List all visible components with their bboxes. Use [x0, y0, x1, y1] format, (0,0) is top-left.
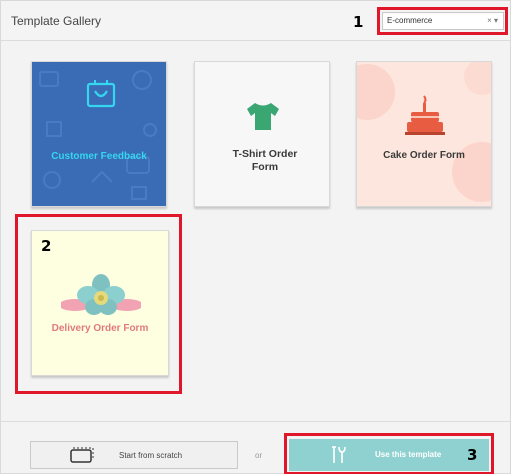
- cake-icon: [405, 95, 445, 135]
- use-this-template-label: Use this template: [375, 450, 442, 459]
- tools-icon: [332, 446, 346, 463]
- annotation-1: 1: [353, 13, 364, 31]
- dialog-header: Template Gallery 1 E-commerce × ▾: [1, 1, 510, 41]
- template-card-tshirt-order[interactable]: T-Shirt Order Form: [194, 61, 330, 207]
- start-from-scratch-button[interactable]: Start from scratch: [30, 441, 238, 469]
- blank-form-icon: [70, 447, 94, 463]
- chevron-down-icon: ▾: [493, 16, 498, 25]
- tshirt-icon: [247, 103, 279, 130]
- highlight-box-2: [15, 214, 182, 394]
- template-label: Cake Order Form: [383, 150, 465, 161]
- template-card-customer-feedback[interactable]: Customer Feedback: [31, 61, 167, 207]
- annotation-3: 3: [467, 446, 478, 464]
- shopping-bag-icon: [86, 80, 116, 108]
- use-this-template-button[interactable]: Use this template 3: [289, 439, 489, 471]
- template-label: T-Shirt Order Form: [232, 148, 298, 173]
- start-from-scratch-label: Start from scratch: [119, 451, 183, 460]
- template-label: Customer Feedback: [51, 151, 147, 162]
- or-separator: or: [255, 451, 263, 460]
- category-select[interactable]: E-commerce × ▾: [382, 12, 504, 30]
- template-gallery-dialog: Template Gallery 1 E-commerce × ▾ Custom…: [0, 0, 511, 474]
- template-card-cake-order[interactable]: Cake Order Form: [356, 61, 492, 207]
- dialog-title: Template Gallery: [11, 14, 102, 28]
- dialog-footer: Start from scratch or Use this template …: [1, 421, 510, 474]
- template-grid: Customer Feedback T-Shirt Order Form Cak…: [1, 41, 510, 421]
- category-select-value: E-commerce: [387, 16, 433, 25]
- clear-and-dropdown-icon[interactable]: × ▾: [487, 16, 498, 25]
